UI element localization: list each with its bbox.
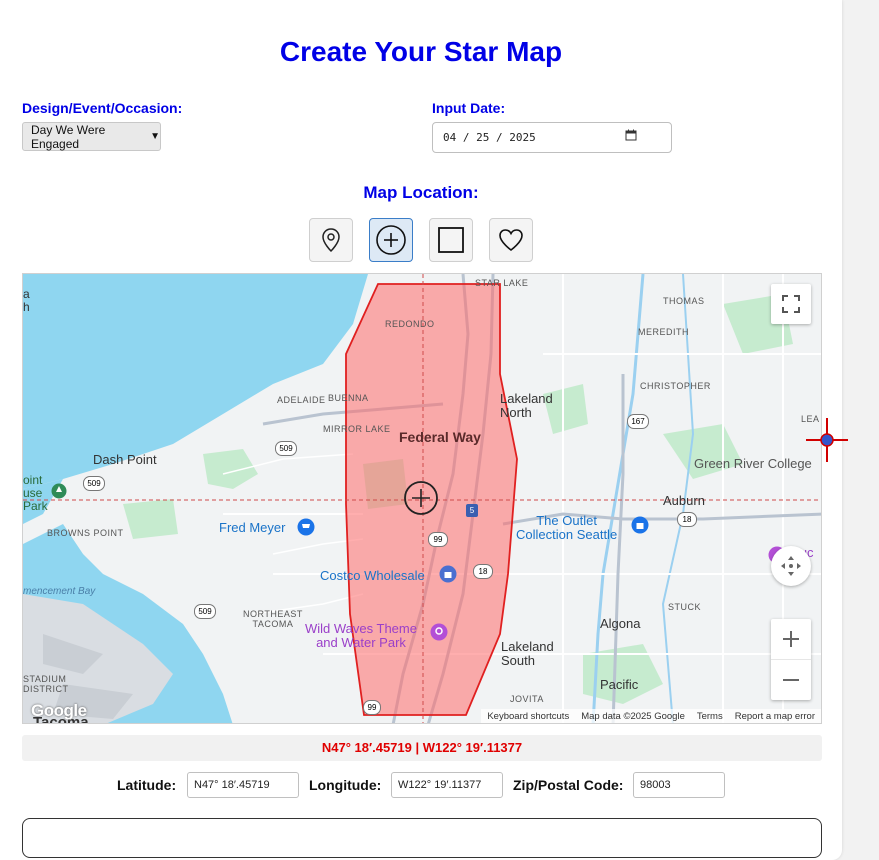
bottom-panel [22, 818, 822, 858]
poi-label[interactable]: Wild Waves Theme and Water Park [305, 622, 417, 650]
date-label: Input Date: [432, 100, 506, 116]
map-label: MIRROR LAKE [323, 424, 391, 434]
city-label: Green River College [694, 456, 812, 471]
latitude-label: Latitude: [117, 777, 177, 793]
poi-label[interactable]: Costco Wholesale [320, 569, 425, 583]
poi-label[interactable]: The Outlet Collection Seattle [516, 514, 617, 542]
city-label: Dash Point [93, 452, 157, 467]
page-title: Create Your Star Map [279, 36, 563, 67]
design-select[interactable]: Day We Were Engaged ▼ [22, 122, 161, 151]
pan-control-button[interactable] [771, 546, 811, 586]
city-label: Algona [600, 616, 641, 631]
date-value: 04 / 25 / 2025 [443, 131, 536, 144]
fullscreen-icon [782, 295, 800, 313]
route-shield: 509 [83, 476, 105, 491]
plus-icon [783, 631, 799, 647]
shopping-cart-icon[interactable] [297, 518, 315, 536]
poi-label[interactable]: Fred Meyer [219, 521, 285, 535]
map-label: STAR LAKE [475, 278, 529, 288]
zoom-in-button[interactable] [771, 619, 811, 660]
map-label: STADIUM DISTRICT [23, 674, 69, 694]
map-label: NORTHEAST TACOMA [243, 609, 303, 629]
interstate-shield: 5 [466, 504, 478, 517]
google-logo: Google [31, 701, 87, 720]
zip-label: Zip/Postal Code: [513, 777, 624, 793]
terms-link[interactable]: Terms [697, 711, 723, 722]
shopping-bag-icon[interactable] [631, 516, 649, 534]
store-icon[interactable] [439, 565, 457, 583]
park-pin-icon[interactable] [51, 483, 67, 499]
route-shield: 167 [627, 414, 649, 429]
map-data-attribution: Map data ©2025 Google [581, 710, 685, 722]
chevron-down-icon: ▼ [150, 131, 160, 142]
longitude-label: Longitude: [309, 777, 382, 793]
coordinates-display: N47° 18′.45719 | W122° 19′.11377 [22, 735, 822, 761]
city-label: Auburn [663, 493, 705, 508]
map-label: STUCK [668, 602, 702, 612]
crosshair-cursor-icon [806, 418, 848, 462]
city-label: oint use Park [23, 473, 48, 513]
fullscreen-button[interactable] [771, 284, 811, 324]
map-label: CHRISTOPHER [640, 381, 711, 391]
crosshair-circle-icon [376, 225, 406, 255]
route-shield: 18 [677, 512, 697, 527]
report-error-link[interactable]: Report a map error [735, 711, 815, 722]
city-label: Federal Way [399, 429, 481, 445]
latitude-field[interactable]: N47° 18′.45719 [187, 772, 299, 798]
design-label: Design/Event/Occasion: [22, 100, 183, 116]
amusement-park-icon[interactable] [430, 623, 448, 641]
design-select-value: Day We Were Engaged [31, 122, 106, 151]
date-input[interactable]: 04 / 25 / 2025 [432, 122, 672, 153]
square-shape-button[interactable] [429, 218, 473, 262]
route-shield: 509 [194, 604, 216, 619]
longitude-field[interactable]: W122° 19′.11377 [391, 772, 503, 798]
zip-field[interactable]: 98003 [633, 772, 725, 798]
water-label: mencement Bay [23, 586, 96, 597]
route-shield: 509 [275, 441, 297, 456]
map-view[interactable]: 509 509 167 5 99 18 18 509 99 STAR LAKE … [22, 273, 822, 724]
zoom-control [771, 619, 811, 700]
map-location-label: Map Location: [363, 183, 479, 202]
map-footer: Keyboard shortcuts Map data ©2025 Google… [481, 709, 821, 723]
star-map-form: Create Your Star Map Design/Event/Occasi… [0, 0, 842, 860]
pin-shape-button[interactable] [309, 218, 353, 262]
map-label: ADELAIDE [277, 395, 326, 405]
pan-arrows-icon [781, 556, 801, 576]
heart-shape-button[interactable] [489, 218, 533, 262]
map-label: BUENNA [328, 393, 369, 403]
city-label: Lakeland North [500, 391, 553, 420]
calendar-icon[interactable] [625, 129, 637, 144]
square-icon [438, 227, 464, 253]
route-shield: 99 [428, 532, 448, 547]
crosshair-shape-button[interactable] [369, 218, 413, 262]
map-label: JOVITA [510, 694, 544, 704]
minus-icon [783, 679, 799, 681]
city-label: a h [23, 287, 30, 314]
heart-icon [499, 229, 523, 251]
city-label: Lakeland South [501, 639, 554, 668]
map-label: MEREDITH [638, 327, 689, 337]
keyboard-shortcuts-link[interactable]: Keyboard shortcuts [487, 711, 569, 722]
route-shield: 18 [473, 564, 493, 579]
map-label: REDONDO [385, 319, 435, 329]
map-label: BROWNS POINT [47, 528, 124, 538]
map-label: THOMAS [663, 296, 705, 306]
zoom-out-button[interactable] [771, 660, 811, 700]
route-shield: 99 [363, 700, 381, 715]
map-pin-icon [322, 228, 340, 253]
city-label: Pacific [600, 677, 639, 692]
